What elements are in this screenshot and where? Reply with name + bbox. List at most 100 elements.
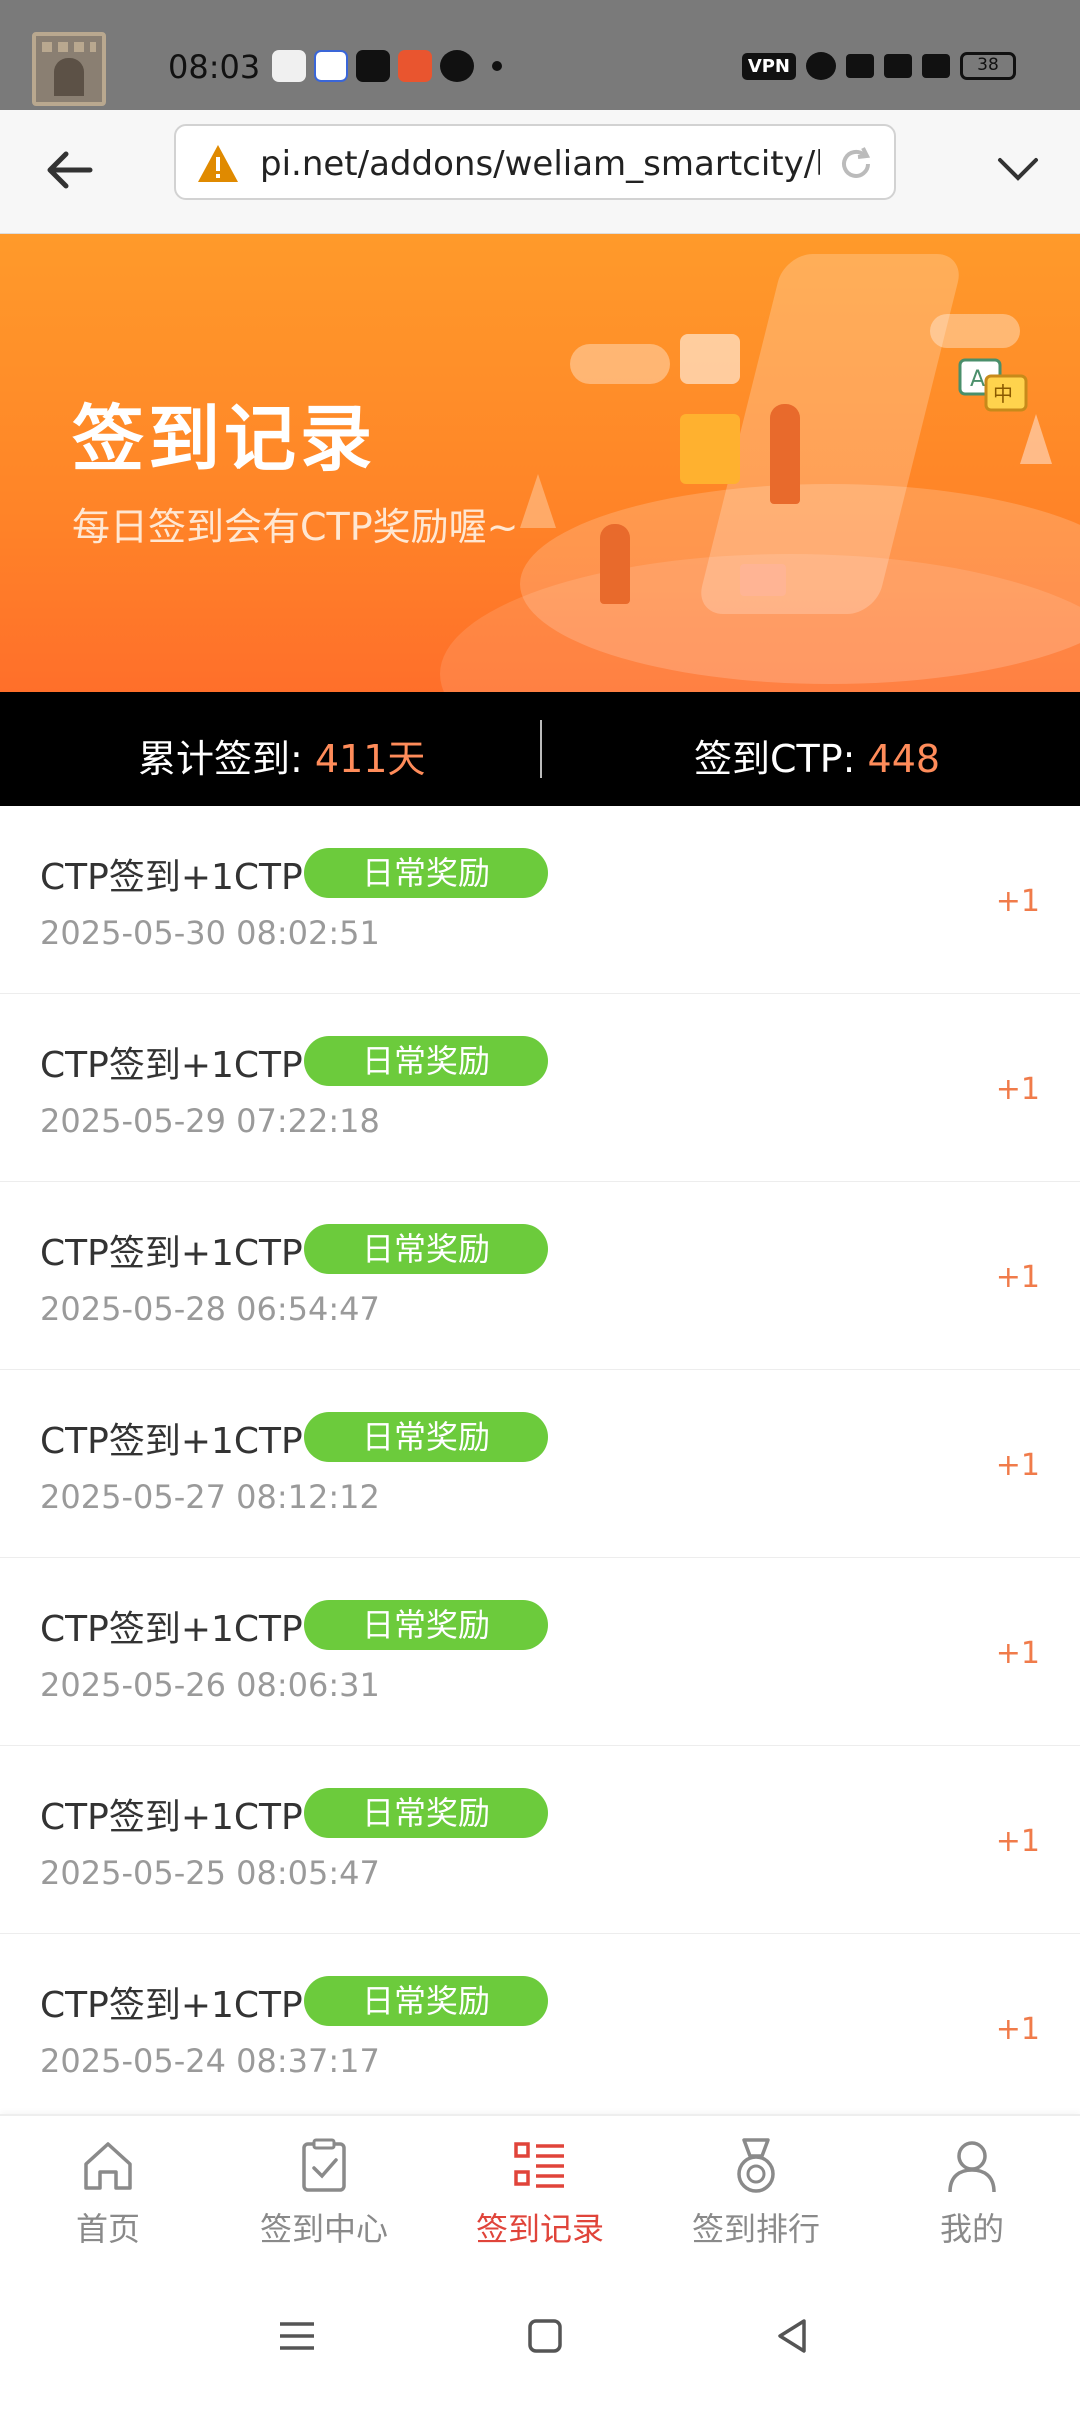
- record-time: 2025-05-29 07:22:18: [40, 1102, 380, 1140]
- record-list: CTP签到+1CTP 日常奖励 2025-05-30 08:02:51 +1 C…: [0, 806, 1080, 2122]
- tab-home[interactable]: 首页: [0, 2136, 216, 2250]
- castle-app-icon: [32, 32, 106, 106]
- person-graphic: [770, 404, 800, 504]
- bottom-tab-bar: 首页 签到中心 签到记录 签到排行 我的: [0, 2114, 1080, 2256]
- warning-icon[interactable]: [196, 142, 240, 186]
- shopping-app-icon: [398, 50, 432, 82]
- record-time: 2025-05-27 08:12:12: [40, 1478, 380, 1516]
- tree-graphic: [520, 474, 556, 528]
- list-icon: [514, 2142, 564, 2188]
- back-button-icon[interactable]: [770, 2316, 816, 2356]
- back-arrow-icon[interactable]: [40, 140, 100, 200]
- list-item[interactable]: CTP签到+1CTP 日常奖励 2025-05-29 07:22:18 +1: [0, 994, 1080, 1182]
- reward-badge: 日常奖励: [304, 848, 548, 898]
- tree-graphic: [1020, 414, 1052, 464]
- wifi-icon: [846, 54, 874, 78]
- medal-icon: [737, 2138, 775, 2193]
- search-card-graphic: [680, 334, 740, 384]
- tab-checkin-ranking[interactable]: 签到排行: [648, 2136, 864, 2250]
- record-title: CTP签到+1CTP: [40, 1233, 303, 1274]
- record-time: 2025-05-28 06:54:47: [40, 1290, 380, 1328]
- record-amount: +1: [995, 1448, 1040, 1483]
- tab-label: 首页: [75, 2210, 140, 2248]
- cloud-decoration: [930, 314, 1020, 348]
- page-subtitle: 每日签到会有CTP奖励喔~: [72, 505, 519, 549]
- ctp-label: 签到CTP:: [694, 737, 868, 781]
- chevron-down-icon[interactable]: [996, 150, 1040, 190]
- tab-label: 签到排行: [691, 2210, 820, 2248]
- page-title: 签到记录: [72, 397, 377, 481]
- translate-icon[interactable]: A 中: [956, 356, 1032, 418]
- tab-label: 我的: [939, 2210, 1004, 2248]
- svg-text:中: 中: [993, 382, 1013, 406]
- record-title: CTP签到+1CTP: [40, 1045, 303, 1086]
- list-item[interactable]: CTP签到+1CTP 日常奖励 2025-05-26 08:06:31 +1: [0, 1558, 1080, 1746]
- list-item[interactable]: CTP签到+1CTP 日常奖励 2025-05-25 08:05:47 +1: [0, 1746, 1080, 1934]
- ctp-value: 448: [867, 737, 941, 781]
- status-bar: 08:03 VPN 38: [0, 0, 1080, 110]
- record-amount: +1: [995, 1260, 1040, 1295]
- reward-badge: 日常奖励: [304, 1036, 548, 1086]
- person-sitting-graphic: [600, 524, 630, 604]
- browser-toolbar: pi.net/addons/weliam_smartcity/h5: [0, 110, 1080, 234]
- record-amount: +1: [995, 884, 1040, 919]
- reward-badge: 日常奖励: [304, 1412, 548, 1462]
- tab-label: 签到记录: [475, 2210, 604, 2248]
- chat-app-icon: [272, 50, 306, 82]
- url-text[interactable]: pi.net/addons/weliam_smartcity/h5: [260, 144, 820, 184]
- stats-divider: [540, 720, 542, 778]
- total-checkin-value: 411天: [314, 737, 426, 781]
- record-time: 2025-05-26 08:06:31: [40, 1666, 380, 1704]
- paw-app-icon: [314, 50, 348, 82]
- home-icon: [84, 2142, 132, 2190]
- system-navigation-bar: [0, 2256, 1080, 2412]
- hd-icon: [884, 54, 912, 78]
- user-icon: [948, 2141, 996, 2193]
- record-title: CTP签到+1CTP: [40, 1985, 303, 2026]
- record-title: CTP签到+1CTP: [40, 1797, 303, 1838]
- svg-text:A: A: [970, 367, 985, 392]
- record-time: 2025-05-30 08:02:51: [40, 914, 380, 952]
- tab-mine[interactable]: 我的: [864, 2136, 1080, 2250]
- stats-bar: 累计签到: 411天 签到CTP: 448: [0, 692, 1080, 806]
- wechat-icon: [440, 50, 474, 82]
- status-time: 08:03: [168, 48, 261, 86]
- ctp-stat: 签到CTP: 448: [694, 728, 940, 783]
- alarm-icon: [806, 52, 836, 80]
- record-amount: +1: [995, 1824, 1040, 1859]
- more-notifications-dot-icon: [492, 61, 502, 71]
- total-checkin-label: 累计签到:: [138, 737, 315, 781]
- shopping-bag-graphic: [680, 414, 740, 484]
- list-item[interactable]: CTP签到+1CTP 日常奖励 2025-05-27 08:12:12 +1: [0, 1370, 1080, 1558]
- record-title: CTP签到+1CTP: [40, 857, 303, 898]
- header-banner: 签到记录 每日签到会有CTP奖励喔~: [0, 234, 1080, 692]
- reward-badge: 日常奖励: [304, 1788, 548, 1838]
- tab-label: 签到中心: [259, 2210, 388, 2248]
- record-amount: +1: [995, 1072, 1040, 1107]
- total-checkin-stat: 累计签到: 411天: [138, 728, 425, 783]
- battery-icon: 38: [960, 52, 1016, 80]
- home-button-icon[interactable]: [522, 2316, 568, 2356]
- list-item[interactable]: CTP签到+1CTP 日常奖励 2025-05-30 08:02:51 +1: [0, 806, 1080, 994]
- tab-checkin-records[interactable]: 签到记录: [432, 2136, 648, 2250]
- record-title: CTP签到+1CTP: [40, 1609, 303, 1650]
- notification-icons: [272, 50, 502, 82]
- record-title: CTP签到+1CTP: [40, 1421, 303, 1462]
- record-amount: +1: [995, 2012, 1040, 2047]
- system-icons: VPN 38: [741, 52, 1016, 80]
- reward-badge: 日常奖励: [304, 1976, 548, 2026]
- tiktok-icon: [356, 50, 390, 82]
- list-item[interactable]: CTP签到+1CTP 日常奖励 2025-05-28 06:54:47 +1: [0, 1182, 1080, 1370]
- menu-icon[interactable]: [274, 2316, 320, 2356]
- cloud-decoration: [570, 344, 670, 384]
- record-time: 2025-05-25 08:05:47: [40, 1854, 380, 1892]
- list-item[interactable]: CTP签到+1CTP 日常奖励 2025-05-24 08:37:17 +1: [0, 1934, 1080, 2122]
- reward-badge: 日常奖励: [304, 1600, 548, 1650]
- reward-badge: 日常奖励: [304, 1224, 548, 1274]
- tab-checkin-center[interactable]: 签到中心: [216, 2136, 432, 2250]
- reload-icon[interactable]: [836, 144, 876, 184]
- box-graphic: [740, 564, 786, 596]
- record-amount: +1: [995, 1636, 1040, 1671]
- clipboard-check-icon: [302, 2138, 346, 2192]
- address-bar[interactable]: pi.net/addons/weliam_smartcity/h5: [174, 124, 896, 200]
